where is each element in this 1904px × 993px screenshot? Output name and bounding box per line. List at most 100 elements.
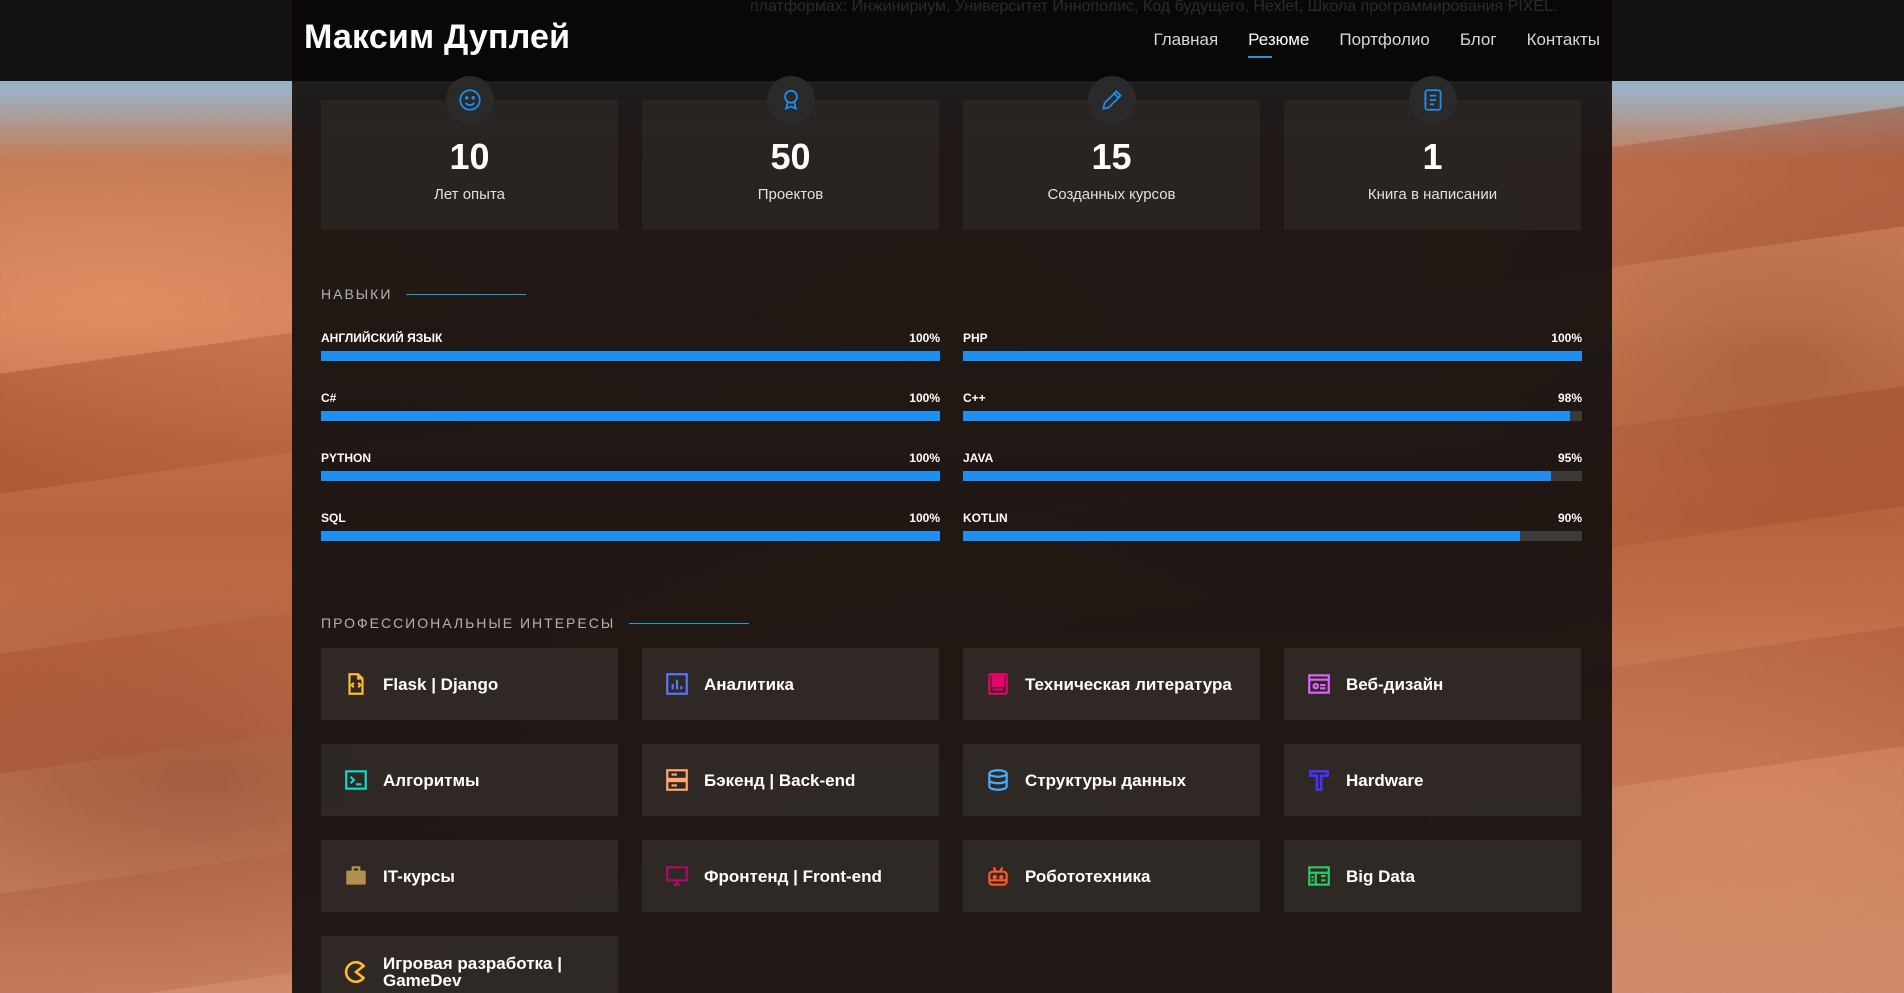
interest-label: Структуры данных: [1025, 770, 1187, 790]
book-icon: [985, 671, 1011, 697]
nav-home[interactable]: Главная: [1153, 30, 1218, 50]
skill-name: C++: [963, 391, 986, 405]
counter-value: 10: [449, 136, 490, 177]
interest-card[interactable]: Flask | Django: [321, 648, 618, 720]
interest-card[interactable]: Алгоритмы: [321, 744, 618, 816]
bar-chart-icon: [664, 671, 690, 697]
skill-value: 100%: [909, 391, 940, 405]
interest-card[interactable]: Hardware: [1284, 744, 1581, 816]
interest-card[interactable]: Аналитика: [642, 648, 939, 720]
interest-card[interactable]: Игровая разработка | GameDev: [321, 936, 618, 993]
skill-cpp: C++ 98%: [963, 391, 1582, 441]
interest-label: Фронтенд | Front-end: [704, 866, 882, 886]
pencil-icon: [1087, 76, 1136, 124]
skill-bar: [963, 411, 1582, 421]
interest-card[interactable]: Техническая литература: [963, 648, 1260, 720]
hardware-icon: [1306, 767, 1332, 793]
skill-name: C#: [321, 391, 337, 405]
skill-bar: [321, 411, 940, 421]
spreadsheet-icon: [1306, 863, 1332, 889]
nav-blog[interactable]: Блог: [1460, 30, 1497, 50]
skill-sql: SQL 100%: [321, 511, 940, 561]
skill-value: 95%: [1557, 451, 1582, 465]
interest-label: Big Data: [1346, 866, 1415, 886]
counter-label: Лет опыта: [433, 186, 505, 203]
counter-book: 1 Книга в написании: [1284, 76, 1581, 230]
code-file-icon: [343, 671, 369, 697]
skill-bar-fill: [321, 351, 940, 361]
interest-label: Игровая разработка | GameDev: [383, 954, 562, 990]
title-underline: [406, 293, 527, 295]
interest-card[interactable]: Big Data: [1284, 840, 1581, 912]
skill-value: 100%: [909, 511, 940, 525]
terminal-icon: [343, 767, 369, 793]
counter-courses: 15 Созданных курсов: [963, 76, 1260, 230]
skill-name: АНГЛИЙСКИЙ ЯЗЫК: [321, 331, 443, 345]
skill-bar: [321, 471, 940, 481]
skill-bar-fill: [963, 411, 1570, 421]
counter-value: 50: [770, 136, 811, 177]
nav-resume[interactable]: Резюме: [1248, 30, 1309, 58]
counter-label: Книга в написании: [1367, 186, 1498, 203]
interest-card[interactable]: Бэкенд | Back-end: [642, 744, 939, 816]
interest-card[interactable]: Структуры данных: [963, 744, 1260, 816]
interests-title: ПРОФЕССИОНАЛЬНЫЕ ИНТЕРЕСЫ: [321, 615, 616, 631]
interest-card[interactable]: IT-курсы: [321, 840, 618, 912]
skill-bar: [963, 531, 1582, 541]
skill-value: 100%: [909, 331, 940, 345]
web-design-icon: [1306, 671, 1332, 697]
interest-card[interactable]: Веб-дизайн: [1284, 648, 1581, 720]
robot-icon: [985, 863, 1011, 889]
briefcase-icon: [343, 863, 369, 889]
skill-value: 98%: [1557, 391, 1582, 405]
skill-bar-fill: [963, 351, 1582, 361]
skills-title: НАВЫКИ: [321, 286, 393, 302]
skill-name: KOTLIN: [963, 511, 1008, 525]
skill-bar-fill: [321, 531, 940, 541]
counter-experience: 10 Лет опыта: [321, 76, 618, 230]
skill-bar-fill: [321, 471, 940, 481]
interest-label: Аналитика: [704, 674, 794, 694]
server-icon: [664, 767, 690, 793]
skill-bar-fill: [963, 471, 1552, 481]
nav-portfolio[interactable]: Портфолио: [1339, 30, 1429, 50]
interest-card[interactable]: Фронтенд | Front-end: [642, 840, 939, 912]
skill-bar-fill: [321, 411, 940, 421]
skill-value: 100%: [1551, 331, 1582, 345]
interest-label: Робототехника: [1025, 866, 1151, 886]
interest-label: Техническая литература: [1025, 674, 1232, 694]
skill-english: АНГЛИЙСКИЙ ЯЗЫК 100%: [321, 331, 940, 381]
title-underline: [629, 622, 750, 624]
scrolled-text: платформах: Инжинириум, Университет Инно…: [750, 0, 1558, 15]
interest-label: Flask | Django: [383, 674, 499, 694]
journal-icon: [1408, 76, 1457, 124]
interest-label: Веб-дизайн: [1346, 674, 1444, 694]
smile-icon: [445, 76, 494, 124]
counter-value: 1: [1422, 136, 1443, 177]
skill-csharp: C# 100%: [321, 391, 940, 441]
skill-name: PYTHON: [321, 451, 372, 465]
interest-label: Hardware: [1346, 770, 1424, 790]
skills-heading: НАВЫКИ: [321, 286, 527, 302]
interests-heading: ПРОФЕССИОНАЛЬНЫЕ ИНТЕРЕСЫ: [321, 615, 750, 631]
skill-bar: [963, 351, 1582, 361]
interest-card[interactable]: Робототехника: [963, 840, 1260, 912]
skill-value: 90%: [1557, 511, 1582, 525]
nav-contacts[interactable]: Контакты: [1527, 30, 1600, 50]
skill-kotlin: KOTLIN 90%: [963, 511, 1582, 561]
main-nav: Главная Резюме Портфолио Блог Контакты: [1153, 30, 1600, 58]
site-logo[interactable]: Максим Дуплей: [304, 18, 570, 57]
interest-label: IT-курсы: [383, 866, 455, 886]
skill-name: PHP: [963, 331, 988, 345]
counter-label: Созданных курсов: [1047, 186, 1176, 203]
skill-name: SQL: [321, 511, 346, 525]
interest-label: Бэкенд | Back-end: [704, 770, 856, 790]
skill-bar-fill: [963, 531, 1521, 541]
skill-bar: [321, 531, 940, 541]
skill-python: PYTHON 100%: [321, 451, 940, 501]
skill-bar: [321, 351, 940, 361]
skill-php: PHP 100%: [963, 331, 1582, 381]
interest-label: Алгоритмы: [383, 770, 480, 790]
skill-value: 100%: [909, 451, 940, 465]
skill-name: JAVA: [963, 451, 994, 465]
